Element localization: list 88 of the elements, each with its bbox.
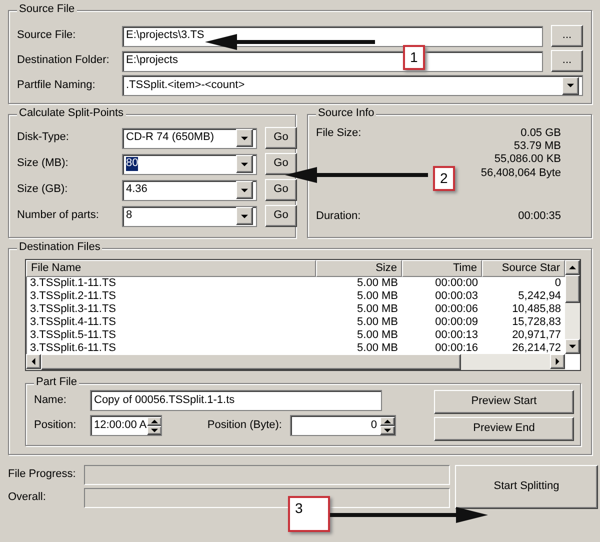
preview-button[interactable]: Preview Start [434, 390, 574, 414]
go-button[interactable]: Go [265, 153, 297, 175]
dropdown-button[interactable] [562, 76, 579, 94]
info-value: 53.79 MB [514, 140, 561, 154]
go-button[interactable]: Go [265, 205, 297, 227]
dropdown-button[interactable] [236, 129, 253, 147]
caret-up-icon [569, 264, 576, 271]
table-cell-text: 00:00:06 [434, 303, 479, 316]
caret-right-icon [554, 358, 561, 365]
caret-down-icon [241, 134, 248, 142]
table-cell-text: 5.00 MB [356, 342, 399, 354]
table-cell-text: 3.TSSplit.3-11.TS [29, 303, 117, 316]
table-cell-text: 5.00 MB [356, 290, 399, 304]
caret-down-icon [241, 160, 248, 168]
table-cell-text: 15,728,83 [511, 316, 562, 330]
info-value: 00:00:35 [518, 210, 561, 223]
table-cell-text: 00:00:16 [434, 342, 479, 354]
field-label: Partfile Naming: [17, 78, 96, 92]
caret-down-icon [567, 82, 574, 89]
horizontal-scrollbar[interactable] [26, 354, 565, 370]
dropdown-button[interactable] [236, 155, 253, 173]
go-button[interactable]: Go [265, 127, 297, 149]
column-header[interactable]: File Name [26, 260, 316, 278]
table-cell-text: 5,242,94 [517, 290, 562, 304]
field-label: Number of parts: [17, 209, 100, 223]
annotation-number: 1 [403, 45, 425, 70]
spin-field[interactable]: 0 [290, 415, 396, 436]
table-cell-text: 26,214,72 [511, 342, 562, 354]
go-button[interactable]: Go [265, 179, 297, 201]
dropdown-field[interactable]: .TSSplit.<item>-<count> [122, 75, 583, 96]
info-value: 56,408,064 Byte [480, 166, 561, 180]
field-label: Position: [34, 418, 78, 432]
column-header[interactable]: Size [316, 260, 402, 278]
field-label: Size (GB): [17, 183, 69, 197]
table-cell-text: 00:00:13 [434, 329, 479, 342]
progress-label: File Progress: [8, 468, 77, 482]
combo-field[interactable]: 80 [122, 154, 257, 174]
start-splitting-button[interactable]: Start Splitting [455, 464, 598, 509]
table-cell-text: 5.00 MB [356, 277, 399, 290]
group-title: Calculate Split-Points [17, 107, 126, 120]
table-cell-text: 3.TSSplit.2-11.TS [29, 290, 117, 304]
table-cell-text: 5.00 MB [356, 303, 399, 316]
text-field[interactable]: Copy of 00056.TSSplit.1-1.ts [90, 390, 382, 411]
table-cell-text: 10,485,88 [511, 303, 562, 316]
table-cell-text: 00:00:03 [434, 290, 479, 304]
table-cell-text: 20,971,77 [511, 329, 562, 342]
dropdown-button[interactable] [236, 181, 253, 199]
info-value: 55,086.00 KB [494, 153, 561, 167]
table-cell-text: 00:00:00 [434, 277, 479, 290]
caret-down-icon [241, 186, 248, 194]
caret-down-icon [569, 343, 576, 350]
dropdown-button[interactable] [236, 207, 253, 225]
combo-field[interactable]: CD-R 74 (650MB) [122, 128, 257, 148]
spin-up-button[interactable] [146, 416, 161, 426]
column-header[interactable]: Source Star [482, 260, 565, 278]
column-header[interactable]: Time [402, 260, 482, 278]
info-label: Duration: [316, 210, 361, 223]
table-cell-text: 3.TSSplit.1-11.TS [29, 277, 117, 290]
spin-field[interactable]: 12:00:00 A [90, 415, 162, 436]
preview-button[interactable]: Preview End [434, 416, 574, 441]
field-label: Source File: [17, 29, 77, 43]
info-value: 0.05 GB [520, 127, 561, 140]
caret-left-icon [30, 358, 37, 365]
field-label: Disk-Type: [17, 131, 70, 145]
field-label: Destination Folder: [17, 54, 110, 68]
spin-up-button[interactable] [380, 416, 395, 426]
field-value: .TSSplit.<item>-<count> [126, 78, 245, 92]
table-cell-text: 0 [554, 277, 562, 290]
field-label: Name: [34, 394, 68, 408]
progress-label: Overall: [8, 490, 47, 504]
annotation-number: 2 [433, 166, 455, 191]
browse-button[interactable]: ... [551, 50, 583, 72]
vertical-scrollbar[interactable] [565, 260, 580, 354]
annotation-number: 3 [288, 496, 330, 532]
table-cell-text: 3.TSSplit.6-11.TS [29, 342, 117, 354]
table-cell-text: 3.TSSplit.5-11.TS [29, 329, 117, 342]
text-field[interactable]: E:\projects\3.TS [122, 26, 543, 46]
table-cell-text: 5.00 MB [356, 329, 399, 342]
combo-field[interactable]: 8 [122, 206, 257, 226]
table-cell-text: 00:00:09 [434, 316, 479, 330]
caret-down-icon [241, 212, 248, 220]
combo-field[interactable]: 4.36 [122, 180, 257, 200]
browse-button[interactable]: ... [551, 25, 583, 47]
table-cell-text: 5.00 MB [356, 316, 399, 330]
table-cell-text: 3.TSSplit.4-11.TS [29, 316, 117, 330]
info-label: File Size: [316, 127, 362, 141]
field-label: Position (Byte): [206, 418, 282, 432]
field-label: Size (MB): [17, 157, 70, 171]
